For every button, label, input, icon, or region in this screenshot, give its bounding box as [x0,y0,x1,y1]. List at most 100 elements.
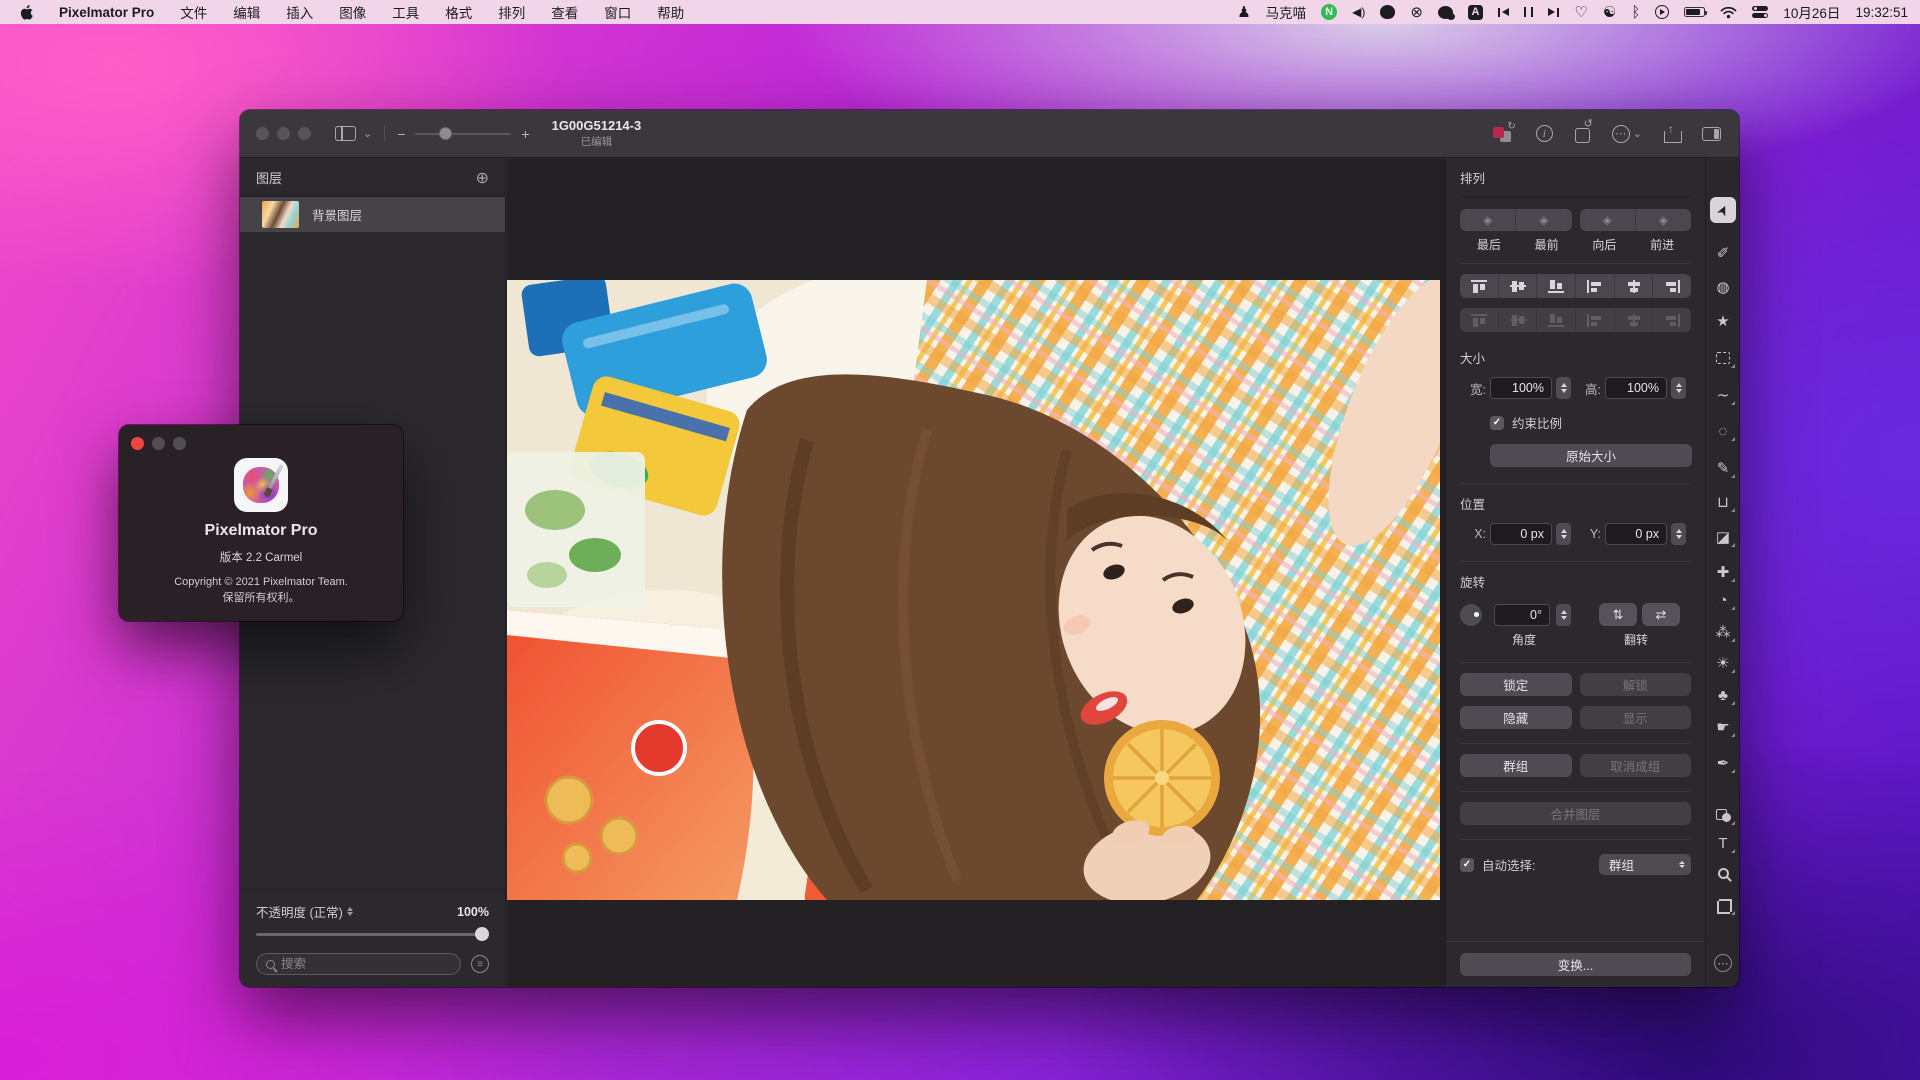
menu-format[interactable]: 格式 [445,2,472,22]
color-tool[interactable]: ♣ [1706,681,1739,709]
about-zoom-button[interactable] [173,437,186,450]
distribute-right-button[interactable] [1652,308,1691,332]
menu-image[interactable]: 图像 [339,2,366,22]
rect-select-tool[interactable] [1706,344,1739,372]
style-tool[interactable]: ✐ [1706,239,1739,267]
ungroup-button[interactable]: 取消成组 [1580,754,1692,777]
zoom-slider-knob[interactable] [439,127,452,140]
lock-button[interactable]: 锁定 [1460,673,1572,696]
color-adjustments-tool[interactable]: ◍ [1706,273,1739,301]
layer-row-background[interactable]: 背景图层 [240,197,505,232]
angle-stepper[interactable] [1556,604,1571,626]
menu-insert[interactable]: 插入 [286,2,313,22]
show-button[interactable]: 显示 [1580,706,1692,729]
menu-help[interactable]: 帮助 [657,2,684,22]
width-field[interactable]: 100% [1490,377,1552,399]
hide-button[interactable]: 隐藏 [1460,706,1572,729]
original-size-button[interactable]: 原始大小 [1490,444,1692,467]
battery-icon[interactable] [1684,7,1705,17]
rotate-canvas-icon[interactable]: ↺ [1575,128,1590,143]
control-center-icon[interactable] [1752,6,1768,18]
minimize-button[interactable] [277,127,290,140]
repair-tool[interactable]: ✚ [1706,558,1739,586]
align-right-button[interactable] [1652,274,1691,298]
distribute-left-button[interactable] [1575,308,1614,332]
status-date[interactable]: 10月26日 [1783,2,1840,22]
color-swap-icon[interactable]: ↻ [1493,125,1514,143]
constrain-checkbox[interactable]: ✓ [1490,416,1504,430]
bring-forward-button[interactable]: ◈ [1635,209,1691,231]
angle-field[interactable]: 0° [1494,604,1550,626]
align-center-vertical-button[interactable] [1614,274,1653,298]
netease-music-icon[interactable]: N [1321,4,1337,20]
height-stepper[interactable] [1671,377,1686,399]
text-tool[interactable]: T [1706,829,1739,857]
distribute-center-v-button[interactable] [1614,308,1653,332]
fitness-icon[interactable]: ☯ [1603,5,1616,20]
menu-tools[interactable]: 工具 [392,2,419,22]
quick-select-tool[interactable]: ◌ [1706,417,1739,445]
fill-tool[interactable]: ⊔ [1706,488,1739,516]
close-button[interactable] [256,127,269,140]
more-tools-menu[interactable]: ⋯⌄ [1612,125,1642,143]
zoom-slider[interactable] [415,127,511,140]
zoom-tool[interactable] [1706,859,1739,887]
align-center-horizontal-button[interactable] [1498,274,1537,298]
wechat-icon[interactable] [1438,6,1453,19]
media-previous-icon[interactable] [1498,8,1509,17]
distribute-center-h-button[interactable] [1498,308,1537,332]
zoom-window-button[interactable] [298,127,311,140]
align-top-button[interactable] [1460,274,1498,298]
apple-menu-icon[interactable] [20,5,33,20]
x-field[interactable]: 0 px [1490,523,1552,545]
auto-select-dropdown[interactable]: 群组 [1599,854,1691,875]
rotation-knob[interactable] [1460,604,1482,626]
merge-layers-button[interactable]: 合并图层 [1460,802,1691,825]
info-icon[interactable]: i [1536,125,1553,142]
menu-window[interactable]: 窗口 [604,2,631,22]
add-layer-icon[interactable]: ⊕ [476,168,489,188]
qq-icon[interactable]: ♟ [1237,5,1250,20]
erase-tool[interactable]: ◪ [1706,523,1739,551]
light-tool[interactable]: ☀ [1706,649,1739,677]
distribute-bottom-button[interactable] [1536,308,1575,332]
bluetooth-icon[interactable]: ᛒ [1631,5,1640,20]
flip-horizontal-button[interactable]: ⇄ [1642,603,1680,626]
auto-select-checkbox[interactable]: ✓ [1460,858,1474,872]
opacity-slider[interactable] [256,927,489,941]
menu-file[interactable]: 文件 [180,2,207,22]
grain-tool[interactable]: ⁂ [1706,618,1739,646]
canvas-image[interactable] [507,280,1440,900]
unlock-button[interactable]: 解锁 [1580,673,1692,696]
menu-app-name[interactable]: Pixelmator Pro [59,5,154,20]
menu-view[interactable]: 查看 [551,2,578,22]
shapes-tool[interactable] [1706,801,1739,829]
share-icon[interactable] [1664,125,1680,143]
cloud-app-icon[interactable] [1380,5,1395,19]
media-pause-icon[interactable] [1524,7,1534,17]
about-close-button[interactable] [131,437,144,450]
more-tools-button[interactable]: ⋯ [1706,949,1739,977]
paint-tool[interactable]: ✎ [1706,454,1739,482]
wifi-icon[interactable] [1720,6,1737,19]
zoom-out-button[interactable]: − [397,126,405,142]
about-minimize-button[interactable] [152,437,165,450]
input-source-icon[interactable]: A [1468,5,1483,20]
x-stepper[interactable] [1556,523,1571,545]
clone-tool[interactable]: ◔ [1706,586,1739,614]
pen-tool[interactable]: ✒ [1706,749,1739,777]
status-time[interactable]: 19:32:51 [1855,5,1908,20]
align-bottom-button[interactable] [1536,274,1575,298]
group-button[interactable]: 群组 [1460,754,1572,777]
align-left-button[interactable] [1575,274,1614,298]
search-input[interactable] [281,957,451,971]
heart-icon[interactable]: ♡ [1574,5,1587,20]
status-username[interactable]: 马克喵 [1266,2,1307,22]
wheel-app-icon[interactable]: ⊗ [1410,5,1423,20]
warp-tool[interactable]: ☛ [1706,713,1739,741]
effects-tool[interactable]: ★ [1706,307,1739,335]
zoom-in-button[interactable]: + [521,126,529,142]
y-field[interactable]: 0 px [1605,523,1667,545]
opacity-slider-knob[interactable] [475,927,489,941]
menu-edit[interactable]: 编辑 [233,2,260,22]
